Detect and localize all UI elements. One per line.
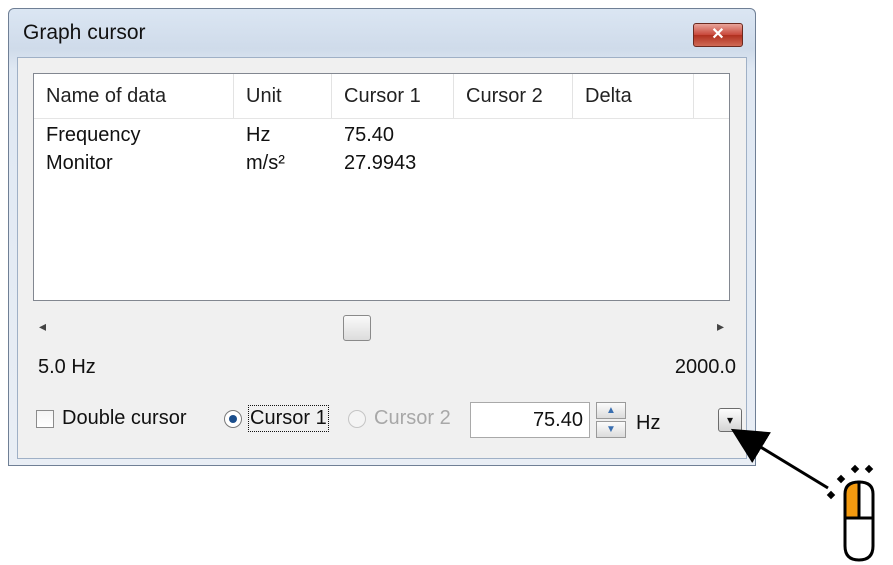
mouse-click-icon: [826, 464, 875, 562]
callout-arrow: [730, 428, 829, 490]
